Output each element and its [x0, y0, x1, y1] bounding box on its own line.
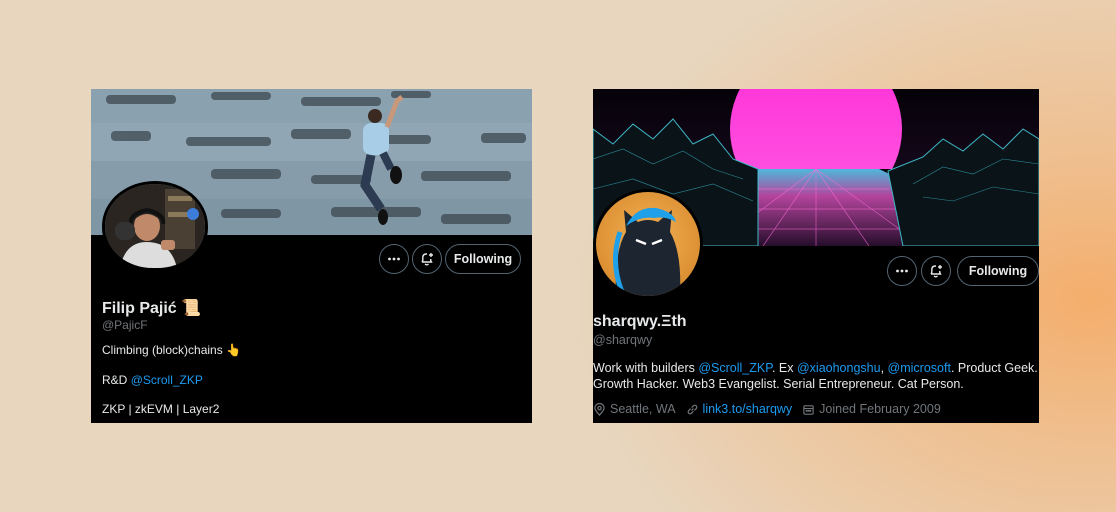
- profile-meta: Seattle, WA link3.to/sharqwy Joined Febr…: [593, 402, 941, 416]
- profile-avatar[interactable]: [102, 181, 208, 271]
- website-link[interactable]: link3.to/sharqwy: [703, 402, 793, 416]
- more-button[interactable]: [887, 256, 917, 286]
- profile-card-filip: Following Filip Pajić 📜 @PajicF Climbing…: [91, 89, 532, 423]
- notify-button[interactable]: [921, 256, 951, 286]
- pointing-up-emoji: 👆: [226, 343, 242, 357]
- more-button[interactable]: [379, 244, 409, 274]
- link-icon: [687, 404, 697, 414]
- bell-plus-icon: [421, 253, 433, 266]
- scroll-emoji: 📜: [181, 300, 202, 317]
- bio-line-2: R&D @Scroll_ZKP: [102, 373, 203, 387]
- profile-avatar[interactable]: [593, 189, 703, 299]
- mention-link-scroll[interactable]: @Scroll_ZKP: [131, 373, 203, 387]
- calendar-icon: [803, 404, 814, 415]
- display-name: Filip Pajić 📜: [102, 300, 202, 317]
- profile-card-sharqwy: Following sharqwy.Ξth @sharqwy Work with…: [593, 89, 1039, 423]
- mention-link-scroll[interactable]: @Scroll_ZKP: [698, 361, 772, 375]
- following-button[interactable]: Following: [957, 256, 1039, 286]
- location-pin-icon: [594, 402, 605, 416]
- bio-line-2: Growth Hacker. Web3 Evangelist. Serial E…: [593, 377, 964, 391]
- joined-date: Joined February 2009: [819, 402, 941, 416]
- mention-link-microsoft[interactable]: @microsoft: [888, 361, 951, 375]
- bio-line-1: Climbing (block)chains 👆: [102, 343, 242, 357]
- user-handle: @PajicF: [102, 318, 148, 332]
- bio-line-1: Work with builders @Scroll_ZKP. Ex @xiao…: [593, 361, 1038, 375]
- more-dots-icon: [388, 257, 400, 261]
- bio-line-3: ZKP | zkEVM | Layer2: [102, 402, 220, 416]
- display-name: sharqwy.Ξth: [593, 313, 687, 330]
- mention-link-xiaohongshu[interactable]: @xiaohongshu: [797, 361, 881, 375]
- bell-plus-icon: [930, 265, 942, 278]
- following-button[interactable]: Following: [445, 244, 521, 274]
- more-dots-icon: [896, 269, 908, 273]
- user-handle: @sharqwy: [593, 333, 653, 347]
- location-text: Seattle, WA: [610, 402, 676, 416]
- notify-button[interactable]: [412, 244, 442, 274]
